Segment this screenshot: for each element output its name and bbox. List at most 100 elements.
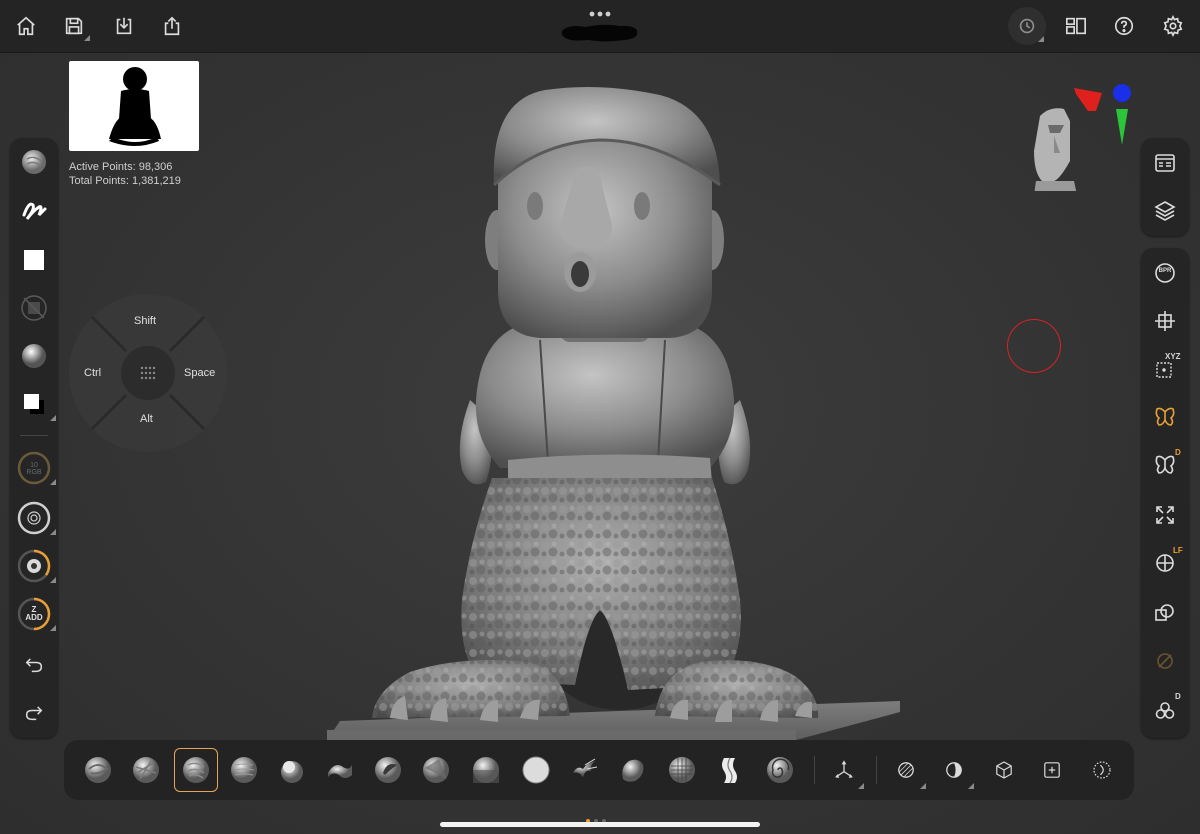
alpha-button[interactable] xyxy=(10,240,58,280)
material-sphere-icon xyxy=(22,344,46,368)
layers-icon xyxy=(1154,201,1176,221)
invert-mask-button[interactable] xyxy=(932,748,976,792)
rgb-label: RGB xyxy=(26,469,42,476)
move-gizmo-button[interactable] xyxy=(1141,300,1189,342)
bpr-button[interactable]: BPR xyxy=(1141,252,1189,294)
select-rect-button[interactable] xyxy=(1030,748,1074,792)
ctrl-label: Ctrl xyxy=(84,367,102,379)
clay-buildup-brush[interactable] xyxy=(76,748,120,792)
smooth-brush[interactable] xyxy=(222,748,266,792)
layout-button[interactable] xyxy=(1058,8,1094,44)
inflate-brush-icon xyxy=(281,761,303,783)
home-button[interactable] xyxy=(8,8,44,44)
import-button[interactable] xyxy=(106,8,142,44)
gizmo-button[interactable] xyxy=(822,748,866,792)
frame-button[interactable] xyxy=(1141,494,1189,536)
dynamic-button[interactable]: D xyxy=(1141,690,1189,732)
app-menu-button[interactable] xyxy=(585,6,615,17)
mask-circle-icon xyxy=(898,762,914,778)
gizmo-axis-icon xyxy=(835,760,853,778)
rgb-intensity-button[interactable]: 10 RGB xyxy=(10,448,58,488)
solo-button[interactable] xyxy=(1141,640,1189,682)
frame-expand-icon xyxy=(1156,506,1174,524)
clay-tubes-brush[interactable] xyxy=(124,748,168,792)
draw-size-icon xyxy=(17,501,51,535)
dynamic-spheres-icon xyxy=(1155,702,1175,719)
subtool-cube-button[interactable] xyxy=(982,748,1026,792)
draw-size-button[interactable] xyxy=(10,498,58,538)
lf-badge: LF xyxy=(1173,546,1183,555)
undo-icon xyxy=(25,658,43,673)
nav-cube[interactable] xyxy=(1020,81,1140,209)
space-key-button[interactable]: Space xyxy=(178,351,224,395)
mask-pen-brush-icon xyxy=(669,757,695,783)
home-icon xyxy=(17,16,35,36)
standard-brush-icon xyxy=(183,757,209,783)
dam-standard-brush-icon xyxy=(328,765,352,778)
silhouette-thumbnail xyxy=(109,67,161,146)
move-brush[interactable] xyxy=(366,748,410,792)
modifier-pad-center[interactable] xyxy=(132,357,164,389)
material-button[interactable] xyxy=(10,336,58,376)
point-stats: Active Points: 98,306 Total Points: 1,38… xyxy=(69,160,181,188)
total-points: Total Points: 1,381,219 xyxy=(69,175,181,187)
layers-button[interactable] xyxy=(1141,190,1189,232)
texture-button[interactable] xyxy=(10,288,58,328)
snake-hook-brush[interactable] xyxy=(562,748,606,792)
history-icon xyxy=(1019,18,1035,34)
zadd-button[interactable]: Z ADD xyxy=(10,594,58,634)
dynamic-symmetry-button[interactable]: D xyxy=(1141,444,1189,486)
dam-standard-brush[interactable] xyxy=(318,748,362,792)
settings-button[interactable] xyxy=(1155,8,1191,44)
floor-button[interactable]: LF xyxy=(1141,542,1189,584)
undo-button[interactable] xyxy=(10,644,58,684)
dynamic-d-badge: D xyxy=(1175,692,1181,701)
symmetry-button[interactable] xyxy=(1141,396,1189,438)
inflate-brush[interactable] xyxy=(270,748,314,792)
save-button[interactable] xyxy=(56,8,92,44)
hpolish-brush[interactable] xyxy=(464,748,508,792)
shift-key-button[interactable]: Shift xyxy=(118,303,178,347)
modifier-pad: Shift Ctrl Space Alt xyxy=(68,293,228,453)
share-button[interactable] xyxy=(154,8,190,44)
share-icon xyxy=(164,16,180,36)
reference-thumbnail[interactable] xyxy=(69,61,199,151)
frame-xyz-button[interactable]: XYZ xyxy=(1141,348,1189,390)
brush-select-button[interactable] xyxy=(10,142,58,182)
tool-palette-button[interactable] xyxy=(1141,142,1189,184)
isolate-button[interactable] xyxy=(1080,748,1124,792)
history-button[interactable] xyxy=(1008,7,1046,45)
move-brush-icon xyxy=(375,757,401,783)
redo-icon xyxy=(25,706,43,721)
z-intensity-button[interactable] xyxy=(10,546,58,586)
redo-button[interactable] xyxy=(10,692,58,732)
transparency-icon xyxy=(1155,604,1174,621)
gear-icon xyxy=(1163,15,1183,37)
zadd-label-bottom: ADD xyxy=(25,613,43,622)
standard-brush[interactable] xyxy=(174,748,218,792)
rgb-sub-label: 10 xyxy=(30,462,38,469)
hpolish-brush-icon xyxy=(473,757,499,783)
orientation-head-icon xyxy=(1032,84,1131,209)
space-label: Space xyxy=(184,367,216,379)
z-intensity-icon xyxy=(17,549,51,583)
pinch-brush[interactable] xyxy=(610,748,654,792)
butterfly-icon xyxy=(1155,407,1175,426)
trim-dynamic-brush[interactable] xyxy=(414,748,458,792)
bpr-label: BPR xyxy=(1158,268,1172,274)
stroke-button[interactable] xyxy=(10,190,58,230)
solo-icon xyxy=(1157,653,1173,669)
right-toolbar-top xyxy=(1141,138,1189,236)
ctrl-key-button[interactable]: Ctrl xyxy=(74,351,118,395)
curve-brush[interactable] xyxy=(758,748,802,792)
insert-brush[interactable] xyxy=(708,748,752,792)
help-button[interactable] xyxy=(1106,8,1142,44)
mask-tool-button[interactable] xyxy=(884,748,928,792)
mask-pen-brush[interactable] xyxy=(660,748,704,792)
right-toolbar: BPR XYZ D LF D xyxy=(1141,248,1189,738)
transparency-button[interactable] xyxy=(1141,592,1189,634)
flatten-brush[interactable] xyxy=(514,748,558,792)
shelf-divider xyxy=(876,756,877,784)
color-button[interactable] xyxy=(10,384,58,424)
alt-key-button[interactable]: Alt xyxy=(118,399,178,443)
